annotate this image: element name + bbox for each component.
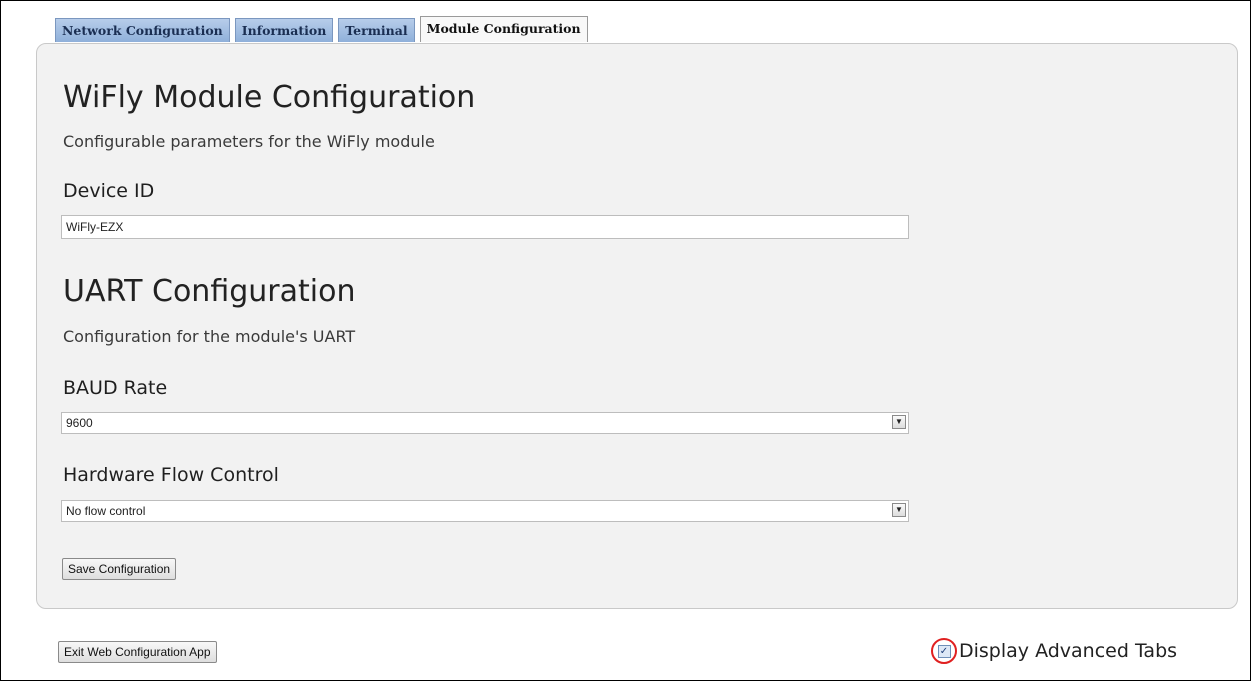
- tab-bar: Network Configuration Information Termin…: [55, 16, 588, 44]
- tab-module-configuration[interactable]: Module Configuration: [419, 16, 588, 42]
- highlight-circle: ✓: [931, 638, 957, 664]
- save-configuration-button[interactable]: Save Configuration: [62, 558, 177, 580]
- display-advanced-tabs-checkbox[interactable]: ✓: [937, 644, 951, 658]
- display-advanced-tabs-option: ✓ Display Advanced Tabs: [931, 638, 1177, 664]
- checkmark-icon: ✓: [939, 645, 949, 657]
- tab-information[interactable]: Information: [234, 18, 334, 42]
- baud-rate-select[interactable]: 9600 ▼: [61, 412, 909, 434]
- hardware-flow-control-value: No flow control: [66, 504, 146, 518]
- display-advanced-tabs-label: Display Advanced Tabs: [959, 640, 1178, 662]
- uart-config-description: Configuration for the module's UART: [63, 327, 356, 346]
- tab-network-configuration[interactable]: Network Configuration: [55, 18, 230, 42]
- dropdown-arrow-icon[interactable]: ▼: [892, 503, 906, 517]
- hardware-flow-control-label: Hardware Flow Control: [63, 464, 279, 486]
- module-configuration-panel: [36, 43, 1238, 609]
- device-id-label: Device ID: [63, 180, 155, 202]
- hardware-flow-control-select[interactable]: No flow control ▼: [61, 500, 909, 522]
- exit-web-configuration-app-button[interactable]: Exit Web Configuration App: [58, 641, 217, 663]
- uart-config-title: UART Configuration: [63, 274, 356, 309]
- tab-terminal[interactable]: Terminal: [338, 18, 415, 42]
- baud-rate-label: BAUD Rate: [63, 377, 168, 399]
- baud-rate-value: 9600: [66, 416, 93, 430]
- device-id-input[interactable]: [61, 215, 909, 239]
- dropdown-arrow-icon[interactable]: ▼: [892, 415, 906, 429]
- module-config-description: Configurable parameters for the WiFly mo…: [63, 132, 435, 151]
- module-config-title: WiFly Module Configuration: [63, 80, 476, 115]
